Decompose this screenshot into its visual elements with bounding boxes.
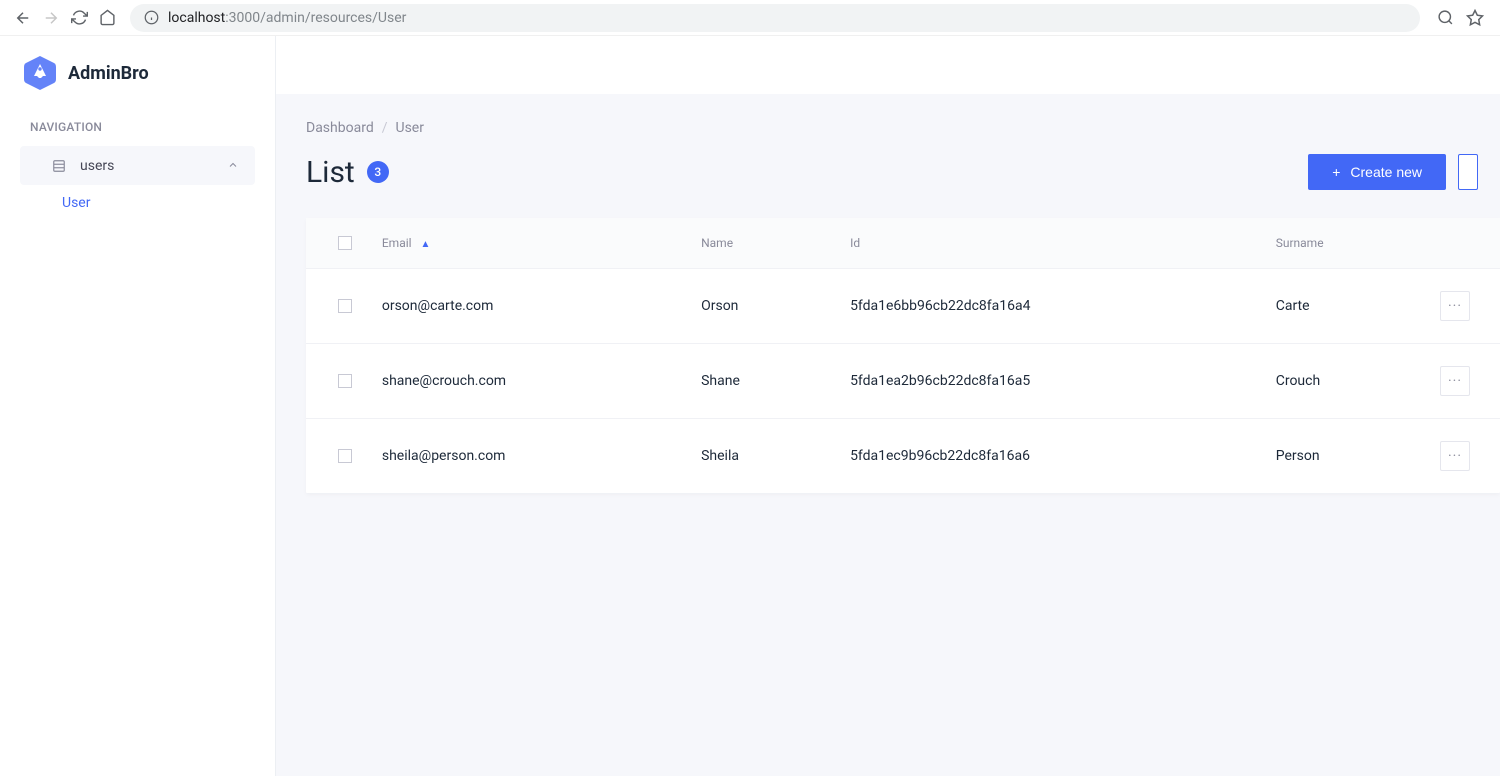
col-header-actions (1423, 218, 1500, 269)
cell-name: Sheila (689, 419, 838, 494)
cell-surname: Carte (1264, 269, 1424, 344)
zoom-icon[interactable] (1436, 9, 1454, 27)
url-bar[interactable]: localhost:3000/admin/resources/User (130, 4, 1420, 32)
row-checkbox[interactable] (338, 449, 352, 463)
cell-id: 5fda1ec9b96cb22dc8fa16a6 (838, 419, 1264, 494)
main: Dashboard / User List 3 + Create new (276, 36, 1500, 776)
col-header-name[interactable]: Name (689, 218, 838, 269)
nav-section-label: NAVIGATION (0, 114, 275, 140)
sidebar-group-label: users (80, 158, 227, 174)
chevron-up-icon (227, 156, 239, 175)
url-text: localhost:3000/admin/resources/User (168, 10, 406, 26)
cell-id: 5fda1ea2b96cb22dc8fa16a5 (838, 344, 1264, 419)
forward-icon[interactable] (42, 9, 60, 27)
cell-actions: ··· (1423, 419, 1500, 494)
col-header-name-label: Name (701, 236, 733, 250)
cell-id: 5fda1e6bb96cb22dc8fa16a4 (838, 269, 1264, 344)
sidebar: AdminBro NAVIGATION users User (0, 36, 276, 776)
content: Dashboard / User List 3 + Create new (276, 94, 1500, 519)
row-checkbox[interactable] (338, 374, 352, 388)
col-header-id[interactable]: Id (838, 218, 1264, 269)
home-icon[interactable] (98, 9, 116, 27)
breadcrumb-current: User (396, 120, 424, 136)
brand-name: AdminBro (68, 63, 149, 84)
back-icon[interactable] (14, 9, 32, 27)
url-path: /admin/resources/User (260, 10, 406, 26)
row-actions: ··· (1435, 441, 1488, 471)
table-header-row: Email ▲ Name Id Surname (306, 218, 1500, 269)
sidebar-item-label: User (62, 195, 90, 211)
reload-icon[interactable] (70, 9, 88, 27)
browser-toolbar: localhost:3000/admin/resources/User (0, 0, 1500, 36)
app: AdminBro NAVIGATION users User Dashboard… (0, 36, 1500, 776)
topbar (276, 36, 1500, 94)
url-port: :3000 (225, 10, 260, 26)
breadcrumb-separator: / (382, 120, 388, 136)
create-new-label: Create new (1350, 164, 1422, 180)
more-button[interactable]: ··· (1440, 291, 1470, 321)
more-button[interactable]: ··· (1440, 366, 1470, 396)
cell-name: Shane (689, 344, 838, 419)
page-title-wrap: List 3 (306, 155, 389, 190)
col-header-email[interactable]: Email ▲ (370, 218, 689, 269)
sidebar-group-users[interactable]: users (20, 146, 255, 185)
col-header-checkbox (306, 218, 370, 269)
browser-actions (1428, 9, 1492, 27)
breadcrumb: Dashboard / User (306, 120, 1500, 136)
header-actions: + Create new (1308, 154, 1478, 190)
row-checkbox-cell (306, 269, 370, 344)
row-actions: ··· (1435, 366, 1488, 396)
table-row[interactable]: sheila@person.com Sheila 5fda1ec9b96cb22… (306, 419, 1500, 494)
count-badge: 3 (367, 161, 389, 183)
row-actions: ··· (1435, 291, 1488, 321)
url-host: localhost (168, 10, 225, 26)
page-title: List (306, 155, 355, 190)
table-row[interactable]: orson@carte.com Orson 5fda1e6bb96cb22dc8… (306, 269, 1500, 344)
row-checkbox-cell (306, 344, 370, 419)
breadcrumb-root[interactable]: Dashboard (306, 120, 374, 136)
more-button[interactable]: ··· (1440, 441, 1470, 471)
browser-nav (8, 9, 122, 27)
logo-icon (24, 56, 56, 90)
sort-asc-icon: ▲ (421, 239, 431, 250)
cell-actions: ··· (1423, 269, 1500, 344)
database-icon (52, 158, 68, 174)
cell-name: Orson (689, 269, 838, 344)
cell-surname: Crouch (1264, 344, 1424, 419)
cell-email: sheila@person.com (370, 419, 689, 494)
create-new-button[interactable]: + Create new (1308, 154, 1446, 190)
info-icon[interactable] (142, 9, 160, 27)
cell-email: shane@crouch.com (370, 344, 689, 419)
col-header-email-label: Email (382, 236, 412, 250)
page-header: List 3 + Create new (306, 154, 1500, 190)
star-icon[interactable] (1466, 9, 1484, 27)
sidebar-item-user[interactable]: User (0, 187, 275, 219)
plus-icon: + (1332, 164, 1340, 180)
cell-surname: Person (1264, 419, 1424, 494)
filter-button[interactable] (1458, 154, 1478, 190)
row-checkbox-cell (306, 419, 370, 494)
cell-email: orson@carte.com (370, 269, 689, 344)
table-card: Email ▲ Name Id Surname (306, 218, 1500, 493)
select-all-checkbox[interactable] (338, 236, 352, 250)
users-table: Email ▲ Name Id Surname (306, 218, 1500, 493)
logo-area[interactable]: AdminBro (0, 52, 275, 110)
col-header-surname-label: Surname (1276, 236, 1324, 250)
row-checkbox[interactable] (338, 299, 352, 313)
table-row[interactable]: shane@crouch.com Shane 5fda1ea2b96cb22dc… (306, 344, 1500, 419)
col-header-surname[interactable]: Surname (1264, 218, 1424, 269)
cell-actions: ··· (1423, 344, 1500, 419)
col-header-id-label: Id (850, 236, 860, 250)
